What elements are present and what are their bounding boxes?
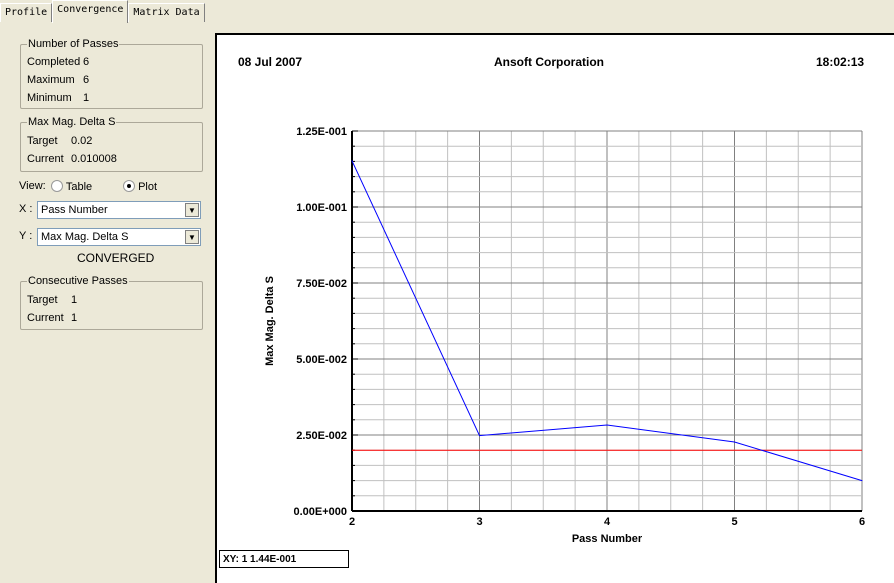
y-label: Y : <box>19 230 33 242</box>
convergence-chart: 0.00E+000 2.50E-002 5.00E-002 7.50E-002 1.00… <box>264 126 865 545</box>
select-value: Max Mag. Delta S <box>41 231 129 243</box>
completed-label: Completed <box>27 56 81 68</box>
tab-matrix-data[interactable]: Matrix Data <box>128 3 205 22</box>
target-value: 1 <box>71 294 78 306</box>
data-point <box>734 441 735 443</box>
data-point <box>479 435 480 437</box>
y-axis-select[interactable]: Max Mag. Delta S ▼ <box>37 228 201 246</box>
y-tick-label: 2.50E-002 <box>296 430 347 442</box>
y-tick-label: 7.50E-002 <box>296 278 347 290</box>
data-point <box>861 480 863 482</box>
view-label: View: <box>19 180 46 192</box>
chevron-down-icon[interactable]: ▼ <box>185 230 199 244</box>
target-label: Target <box>27 135 58 147</box>
y-tick-label: 5.00E-002 <box>296 354 347 366</box>
view-plot-radio[interactable]: Plot <box>123 180 157 193</box>
group-title: Number of Passes <box>27 38 120 50</box>
view-table-radio[interactable]: Table <box>51 180 92 193</box>
xy-readout: XY: 1 1.44E-001 <box>219 550 349 568</box>
x-axis-label: Pass Number <box>572 533 643 545</box>
x-tick-label: 5 <box>731 516 737 528</box>
y-axis-label: Max Mag. Delta S <box>264 276 276 366</box>
current-value: 1 <box>71 312 78 324</box>
tab-bar: Profile Convergence Matrix Data <box>0 0 205 23</box>
view-options: View: Table Plot <box>19 180 157 193</box>
number-of-passes-group: Number of Passes Completed 6 Maximum 6 Min… <box>20 38 203 109</box>
plot-window[interactable]: 08 Jul 2007 Ansoft Corporation 18:02:13 … <box>215 33 894 583</box>
radio-icon <box>51 180 63 192</box>
maximum-label: Maximum <box>27 74 75 86</box>
x-tick-label: 4 <box>604 516 611 528</box>
minimum-label: Minimum <box>27 92 72 104</box>
x-tick-label: 6 <box>859 516 865 528</box>
radio-label: Plot <box>138 181 158 193</box>
y-tick-label: 0.00E+000 <box>293 506 347 518</box>
tab-convergence[interactable]: Convergence <box>52 0 129 23</box>
current-label: Current <box>27 153 64 165</box>
data-point <box>606 424 608 426</box>
radio-label: Table <box>65 181 93 193</box>
current-value: 0.010008 <box>71 153 117 165</box>
minimum-value: 1 <box>83 92 90 104</box>
current-label: Current <box>27 312 64 324</box>
maximum-value: 6 <box>83 74 90 86</box>
x-label: X : <box>19 203 33 215</box>
radio-selected-icon <box>123 180 135 192</box>
x-axis-select[interactable]: Pass Number ▼ <box>37 201 201 219</box>
max-mag-delta-group: Max Mag. Delta S Target 0.02 Current 0.010… <box>20 116 203 172</box>
data-point <box>351 160 353 162</box>
completed-value: 6 <box>83 56 90 68</box>
target-label: Target <box>27 294 58 306</box>
target-value: 0.02 <box>71 135 93 147</box>
x-tick-label: 2 <box>349 516 355 528</box>
x-tick-label: 3 <box>476 516 482 528</box>
y-tick-label: 1.25E-001 <box>296 126 347 138</box>
select-value: Pass Number <box>41 204 108 216</box>
tab-profile[interactable]: Profile <box>0 3 53 22</box>
y-tick-label: 1.00E-001 <box>296 202 347 214</box>
group-title: Consecutive Passes <box>27 275 129 287</box>
consecutive-passes-group: Consecutive Passes Target 1 Current 1 <box>20 275 203 330</box>
chevron-down-icon[interactable]: ▼ <box>185 203 199 217</box>
group-title: Max Mag. Delta S <box>27 116 117 128</box>
convergence-status: CONVERGED <box>77 251 155 265</box>
